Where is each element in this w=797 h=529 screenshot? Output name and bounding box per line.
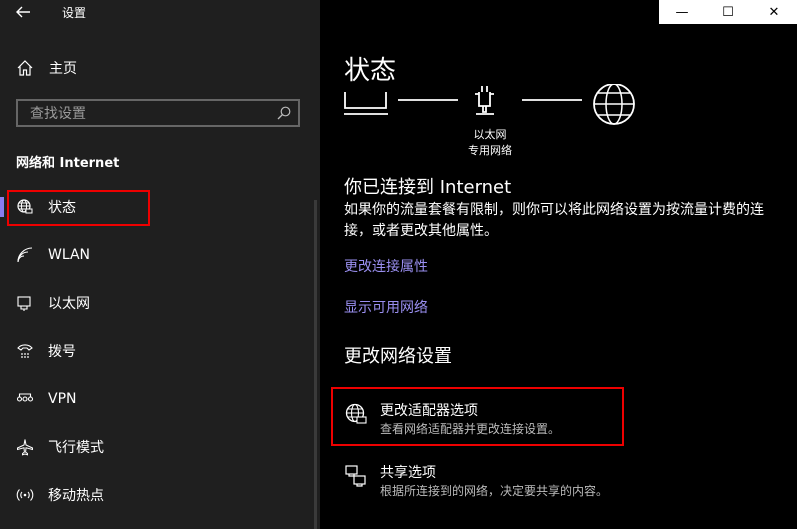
hotspot-icon [16,486,34,504]
option-description: 根据所连接到的网络，决定要共享的内容。 [380,484,609,498]
search-input[interactable] [28,104,272,124]
sidebar-scrollbar[interactable] [314,200,317,529]
home-icon [17,60,33,76]
window-controls: — ☐ ✕ [659,0,797,24]
connection-status-heading: 你已连接到 Internet [344,177,512,198]
computer-icon [344,92,388,115]
ethernet-icon [16,294,34,312]
home-label: 主页 [49,61,77,77]
sidebar-item-label: VPN [48,391,77,407]
network-diagram-graphic [344,83,635,125]
back-arrow-icon [16,6,30,18]
change-connection-properties-link[interactable]: 更改连接属性 [344,256,428,276]
sidebar-item-dialup[interactable]: 拨号 [16,331,306,371]
vpn-icon [16,390,34,408]
close-button[interactable]: ✕ [751,0,797,24]
show-available-networks-link[interactable]: 显示可用网络 [344,297,428,317]
sharing-icon [345,465,366,487]
network-type-label: 专用网络 [468,144,512,157]
sidebar-item-label: 移动热点 [48,488,104,504]
airplane-icon [16,438,34,456]
option-title: 共享选项 [380,465,436,481]
search-box[interactable] [16,99,300,127]
search-icon[interactable] [276,105,292,121]
adapter-name-label: 以太网 [473,128,507,141]
change-network-settings-heading: 更改网络设置 [344,346,452,367]
sidebar-item-airplane-mode[interactable]: 飞行模式 [16,427,306,467]
sidebar-item-label: WLAN [48,247,91,263]
title-bar: 设置 [0,0,320,24]
minimize-button[interactable]: — [659,0,705,24]
sidebar-item-ethernet[interactable]: 以太网 [16,283,306,323]
internet-globe-icon [593,83,635,125]
maximize-icon: ☐ [722,4,734,20]
back-button[interactable] [10,2,36,22]
sidebar-item-label: 拨号 [48,344,76,360]
sidebar: 设置 主页 网络和 Internet 状态 [0,0,320,529]
sidebar-item-wlan[interactable]: WLAN [16,235,306,275]
page-title: 状态 [344,56,397,86]
sidebar-item-mobile-hotspot[interactable]: 移动热点 [16,475,306,515]
ethernet-adapter-icon [475,86,494,115]
active-indicator [0,197,4,217]
sidebar-item-label: 飞行模式 [48,440,104,456]
maximize-button[interactable]: ☐ [705,0,751,24]
connection-status-description: 如果你的流量套餐有限制，则你可以将此网络设置为按流量计费的连接，或者更改其他属性… [344,202,764,239]
home-nav-item[interactable]: 主页 [16,57,77,79]
minimize-icon: — [675,4,689,20]
wifi-icon [16,246,34,264]
highlight-box-status [7,190,150,226]
close-icon: ✕ [768,4,780,20]
dialup-icon [16,342,34,360]
section-title: 网络和 Internet [16,156,120,171]
highlight-box-adapter-options [331,387,624,446]
main-pane: 状态 以太网 专用网络 你已连接到 Internet 如果你的流量套餐有限制，则… [320,0,797,529]
sidebar-item-label: 以太网 [48,296,90,312]
window-title: 设置 [62,6,87,20]
network-status-diagram: 以太网 专用网络 [342,83,662,164]
sidebar-item-vpn[interactable]: VPN [16,379,306,419]
sharing-options-item[interactable]: 共享选项 根据所连接到的网络，决定要共享的内容。 [344,462,624,510]
